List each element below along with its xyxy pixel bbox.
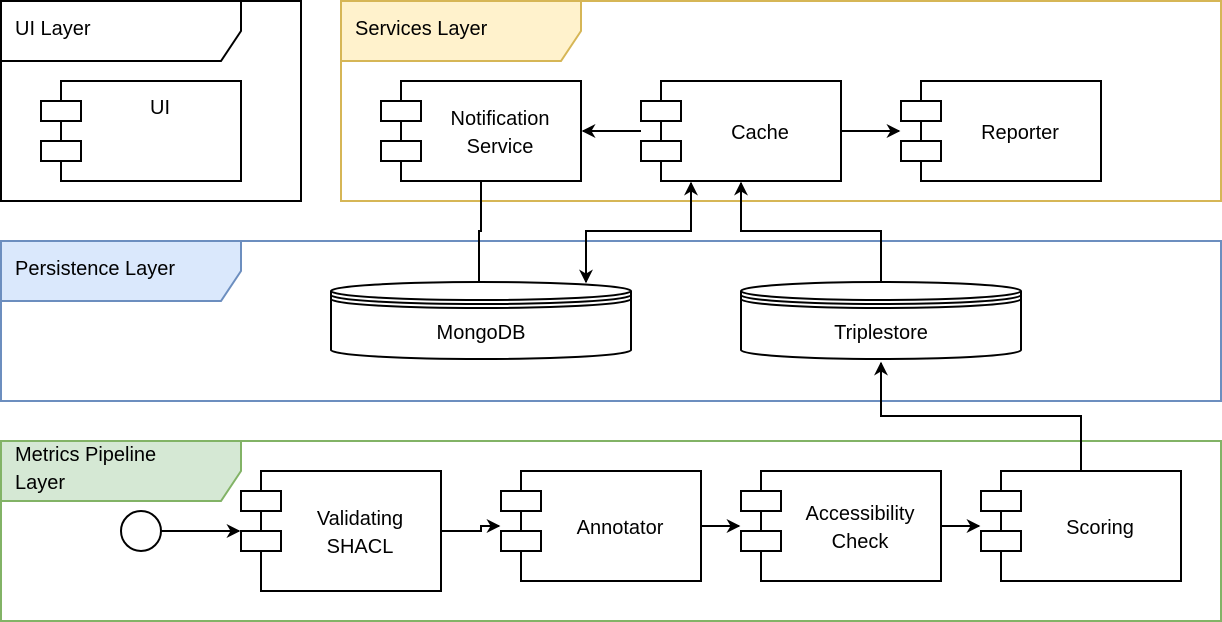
component-port-icon bbox=[900, 100, 942, 122]
component-port-icon bbox=[240, 530, 282, 552]
triplestore-label: Triplestore bbox=[834, 322, 928, 344]
notification-service-component[interactable]: Notification Service bbox=[380, 80, 582, 182]
ui-component[interactable]: UI bbox=[40, 80, 242, 182]
cache-label: Cache bbox=[731, 122, 789, 144]
component-port-icon bbox=[740, 530, 782, 552]
start-node-icon bbox=[120, 510, 162, 552]
validating-label-line1: Validating bbox=[317, 508, 403, 530]
component-port-icon bbox=[380, 100, 422, 122]
component-port-icon bbox=[240, 490, 282, 512]
component-port-icon bbox=[500, 530, 542, 552]
notification-label-line2: Service bbox=[467, 136, 534, 158]
metrics-layer-title-line1: Metrics Pipeline bbox=[15, 444, 156, 466]
component-port-icon bbox=[980, 490, 1022, 512]
component-port-icon bbox=[980, 530, 1022, 552]
component-port-icon bbox=[40, 100, 82, 122]
metrics-layer-title-line2: Layer bbox=[15, 472, 65, 494]
component-port-icon bbox=[500, 490, 542, 512]
annotator-label: Annotator bbox=[577, 517, 664, 539]
mongodb-database[interactable]: MongoDB bbox=[330, 281, 632, 360]
validating-shacl-component[interactable]: Validating SHACL bbox=[240, 470, 442, 592]
scoring-component[interactable]: Scoring bbox=[980, 470, 1182, 582]
architecture-diagram: UI Layer UI Services Layer Persistence L… bbox=[0, 0, 1222, 622]
mongodb-label: MongoDB bbox=[437, 322, 526, 344]
component-port-icon bbox=[40, 140, 82, 162]
accessibility-label-line1: Accessibility bbox=[806, 503, 915, 525]
cache-component[interactable]: Cache bbox=[640, 80, 842, 182]
ui-layer-title: UI Layer bbox=[15, 18, 91, 40]
triplestore-database[interactable]: Triplestore bbox=[740, 281, 1022, 360]
component-port-icon bbox=[640, 140, 682, 162]
component-port-icon bbox=[900, 140, 942, 162]
reporter-component[interactable]: Reporter bbox=[900, 80, 1102, 182]
services-layer-title: Services Layer bbox=[355, 18, 488, 40]
ui-component-label: UI bbox=[150, 97, 170, 119]
validating-label-line2: SHACL bbox=[327, 536, 394, 558]
notification-label-line1: Notification bbox=[451, 108, 550, 130]
accessibility-check-component[interactable]: Accessibility Check bbox=[740, 470, 942, 582]
persistence-layer-title: Persistence Layer bbox=[15, 258, 175, 280]
scoring-label: Scoring bbox=[1066, 517, 1134, 539]
component-port-icon bbox=[640, 100, 682, 122]
accessibility-label-line2: Check bbox=[832, 531, 890, 553]
component-port-icon bbox=[380, 140, 422, 162]
component-port-icon bbox=[740, 490, 782, 512]
reporter-label: Reporter bbox=[981, 122, 1059, 144]
annotator-component[interactable]: Annotator bbox=[500, 470, 702, 582]
